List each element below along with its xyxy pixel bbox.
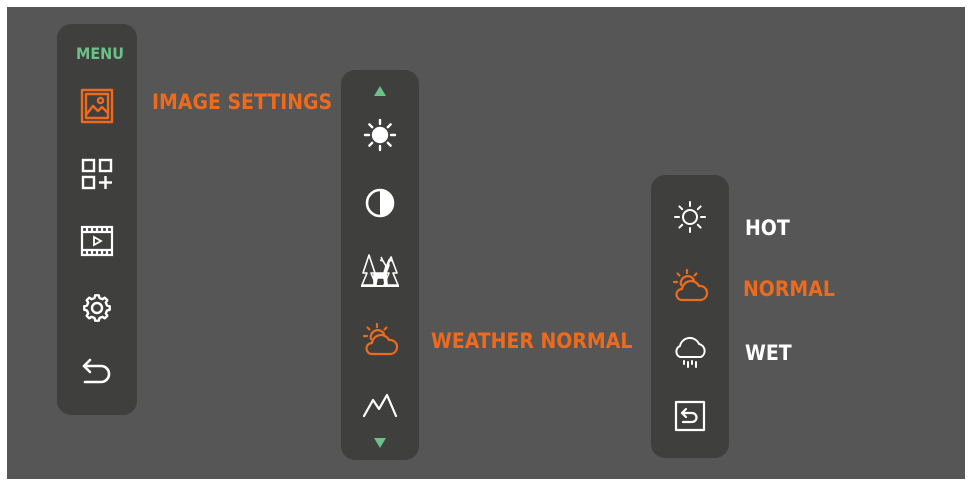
rain-cloud-icon[interactable]: [672, 333, 708, 369]
mountain-icon[interactable]: [362, 392, 398, 420]
weather-option-normal[interactable]: NORMAL: [743, 279, 835, 300]
main-menu-panel: MENU: [57, 24, 137, 415]
deer-forest-icon[interactable]: [361, 251, 399, 289]
brightness-icon[interactable]: [362, 117, 398, 153]
weather-option-hot[interactable]: HOT: [745, 218, 790, 239]
image-settings-panel: [341, 70, 419, 460]
menu-title: MENU: [76, 44, 124, 63]
contrast-icon[interactable]: [365, 188, 395, 218]
screen: MENU IMAGE SETTINGS WEATHER NORMAL HOT N…: [7, 7, 965, 479]
image-settings-label: IMAGE SETTINGS: [152, 90, 333, 114]
back-arrow-icon[interactable]: [81, 356, 113, 388]
grid-add-icon[interactable]: [81, 158, 113, 190]
return-box-icon[interactable]: [674, 400, 706, 432]
gear-icon[interactable]: [80, 291, 114, 325]
weather-normal-label: WEATHER NORMAL: [431, 329, 633, 353]
film-play-icon[interactable]: [80, 225, 114, 257]
image-icon[interactable]: [80, 88, 114, 124]
weather-icon[interactable]: [362, 321, 399, 357]
triangle-up-icon[interactable]: [374, 86, 386, 96]
triangle-down-icon[interactable]: [374, 438, 386, 448]
sun-cloud-icon[interactable]: [672, 267, 709, 303]
sun-icon[interactable]: [672, 199, 708, 235]
weather-option-wet[interactable]: WET: [745, 343, 792, 364]
weather-panel: [651, 175, 729, 458]
